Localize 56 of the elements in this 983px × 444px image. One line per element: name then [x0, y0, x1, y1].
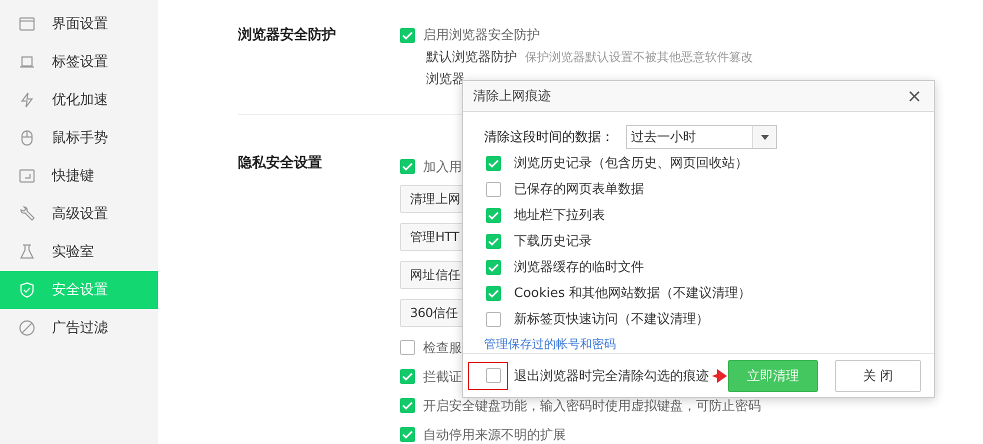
- option-label: 新标签页快速访问（不建议清理）: [514, 311, 709, 328]
- manage-passwords-link[interactable]: 管理保存过的帐号和密码: [484, 336, 616, 354]
- flask-icon: [18, 243, 36, 261]
- window-icon: [18, 15, 36, 33]
- option-label: Cookies 和其他网站数据（不建议清理）: [514, 285, 752, 302]
- checkbox[interactable]: [486, 234, 501, 249]
- close-button[interactable]: ×: [902, 86, 926, 107]
- keyboard-key-icon: [18, 167, 36, 185]
- checkbox[interactable]: [486, 260, 501, 275]
- dialog-title: 清除上网痕迹: [473, 88, 551, 106]
- checkbox[interactable]: [400, 369, 415, 384]
- block-icon: [18, 319, 36, 337]
- checkbox[interactable]: [486, 208, 501, 223]
- option-label: 检查服: [423, 340, 462, 356]
- sidebar-item[interactable]: 界面设置: [0, 5, 158, 43]
- option-label: 已保存的网页表单数据: [514, 181, 644, 198]
- option-label: 启用浏览器安全防护: [423, 27, 540, 44]
- checkbox[interactable]: [400, 159, 415, 174]
- setting-description: 保护浏览器默认设置不被其他恶意软件篡改: [525, 48, 753, 66]
- option-label: 退出浏览器时完全清除勾选的痕迹: [514, 368, 709, 385]
- sidebar-item[interactable]: 实验室: [0, 233, 158, 271]
- time-range-dropdown[interactable]: 过去一小时: [626, 125, 777, 150]
- option-label: 浏览器缓存的临时文件: [514, 259, 644, 276]
- shield-icon: [18, 281, 36, 299]
- sidebar-item[interactable]: 标签设置: [0, 43, 158, 81]
- checkbox[interactable]: [486, 182, 501, 197]
- sidebar-item[interactable]: 快捷键: [0, 157, 158, 195]
- option-label: 开启安全键盘功能，输入密码时使用虚拟键盘，可防止密码: [423, 398, 761, 414]
- checkbox[interactable]: [400, 427, 415, 442]
- checkbox[interactable]: [400, 398, 415, 413]
- annotation-box: [468, 362, 508, 390]
- section-heading: 浏览器安全防护: [238, 26, 337, 45]
- caret-icon: [760, 134, 768, 140]
- checkbox[interactable]: [486, 286, 501, 301]
- annotation-arrow: [712, 368, 727, 384]
- option-label: 拦截证: [423, 368, 462, 386]
- option-label: 下载历史记录: [514, 233, 592, 250]
- checkbox[interactable]: [400, 340, 415, 355]
- option-label: 加入用: [423, 158, 462, 176]
- sidebar-item[interactable]: 优化加速: [0, 81, 158, 119]
- checkbox[interactable]: [486, 368, 501, 384]
- lightning-icon: [18, 91, 36, 109]
- option-label: 地址栏下拉列表: [514, 207, 605, 224]
- sidebar-item[interactable]: 高级设置: [0, 195, 158, 233]
- checkbox[interactable]: [400, 28, 415, 42]
- sidebar-item[interactable]: 鼠标手势: [0, 119, 158, 157]
- close-dialog-button[interactable]: 关 闭: [835, 360, 921, 392]
- wrench-icon: [18, 205, 36, 223]
- field-label: 清除这段时间的数据：: [484, 129, 614, 146]
- setting-label: 默认浏览器防护: [426, 49, 517, 66]
- option-label: 自动停用来源不明的扩展: [423, 426, 566, 444]
- checkbox[interactable]: [486, 312, 501, 327]
- option-label: 浏览历史记录（包含历史、网页回收站）: [514, 155, 748, 172]
- checkbox[interactable]: [486, 156, 501, 171]
- section-heading: 隐私安全设置: [238, 154, 323, 173]
- sidebar-item[interactable]: 广告过滤: [0, 309, 158, 347]
